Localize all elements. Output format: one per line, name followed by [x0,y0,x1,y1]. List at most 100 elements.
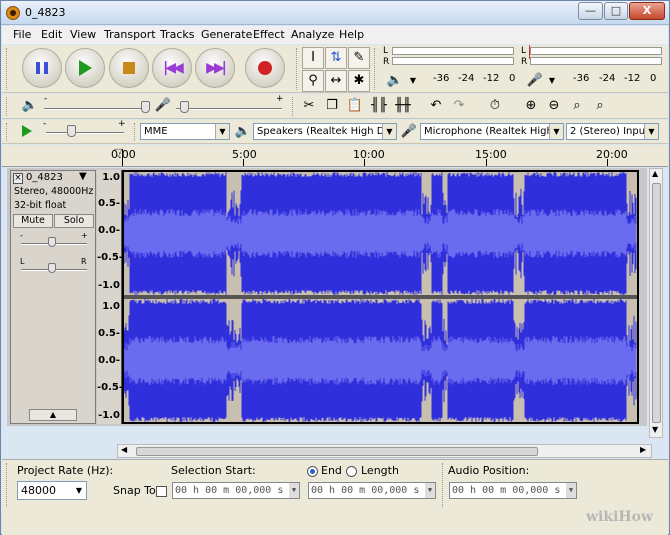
zoom-tool-button[interactable]: ⚲ [302,70,324,92]
zoom-out-button[interactable]: ⊖ [543,95,565,117]
solo-button[interactable]: Solo [54,214,94,228]
project-rate-select[interactable]: 48000 ▼ [17,481,87,500]
playhead-marker-icon[interactable]: ▽ [114,146,122,159]
menu-edit[interactable]: Edit [41,28,62,41]
pause-button[interactable] [22,48,62,88]
menu-transport[interactable]: Transport [104,28,156,41]
menu-analyze[interactable]: Analyze [291,28,334,41]
toolbar-grip[interactable] [6,48,10,90]
chevron-down-icon: ▼ [72,482,86,499]
output-slider-minus: - [44,94,48,104]
menu-generate[interactable]: Generate [201,28,252,41]
fit-selection-button[interactable]: ⌕ [566,95,588,117]
menu-view[interactable]: View [70,28,96,41]
snap-to-checkbox[interactable] [156,486,167,497]
mute-button[interactable]: Mute [13,214,53,228]
fit-project-button[interactable]: ⌕ [589,95,611,117]
paste-button[interactable]: 📋 [344,95,366,117]
scroll-down-icon[interactable]: ▼ [652,425,658,434]
draw-tool-button[interactable]: ✎ [348,47,370,69]
input-channels-select[interactable]: 2 (Stereo) Input C ▼ [566,123,659,140]
position-grip[interactable] [442,463,446,507]
play-at-speed-icon [22,125,32,137]
selection-end-field[interactable]: 00 h 00 m 00,000 s ▼ [308,482,436,499]
input-volume-mic-icon: 🎤 [154,98,172,113]
tools-grip[interactable] [296,48,300,90]
scroll-left-icon[interactable]: ◀ [121,445,127,454]
vertical-scroll-thumb[interactable] [652,183,661,423]
timeshift-tool-button[interactable]: ↔ [325,70,347,92]
play-meter-menu-icon[interactable]: ▼ [402,70,424,92]
horizontal-scroll-thumb[interactable] [136,447,538,456]
gain-thumb[interactable] [48,237,56,247]
track-bitdepth-info: 32-bit float [14,200,67,211]
play-at-speed-button[interactable] [16,120,38,142]
audio-position-field[interactable]: 00 h 00 m 00,000 s ▼ [449,482,577,499]
timeline-ruler[interactable]: 0:00 5:00 10:00 15:00 20:00 ▽ [2,145,668,167]
edit-grip[interactable] [292,97,296,116]
play-speed-thumb[interactable] [67,125,76,137]
menu-tracks[interactable]: Tracks [160,28,195,41]
maximize-button[interactable]: □ [604,2,628,20]
stop-button[interactable] [109,48,149,88]
undo-button[interactable]: ↶ [425,95,447,117]
envelope-tool-button[interactable]: ⇅ [325,47,347,69]
track-name[interactable]: 0_4823 [26,172,63,183]
menu-effect[interactable]: Effect [253,28,285,41]
chevron-down-icon: ▼ [425,483,435,498]
track-close-button[interactable]: × [13,173,23,184]
output-volume-thumb[interactable] [141,101,150,113]
menu-help[interactable]: Help [339,28,364,41]
rec-meter-left-bar [530,47,662,55]
record-button[interactable] [245,48,285,88]
zoom-in-button[interactable]: ⊕ [520,95,542,117]
input-volume-slider[interactable] [176,108,282,110]
selection-start-field[interactable]: 00 h 00 m 00,000 s ▼ [172,482,300,499]
ruler-label-10: 10:00 [353,148,385,161]
mixer-grip[interactable] [6,97,10,116]
output-device-select[interactable]: Speakers (Realtek High Definit ▼ [253,123,397,140]
collapse-track-button[interactable]: ▲ [29,409,77,421]
end-radio[interactable] [307,466,318,477]
close-button[interactable]: X [629,2,665,20]
trim-icon: ╢╟ [371,98,387,113]
trim-button[interactable]: ╢╟ [368,95,390,117]
pan-thumb[interactable] [48,263,56,273]
input-device-select[interactable]: Microphone (Realtek High Defi ▼ [420,123,564,140]
minimize-button[interactable]: — [578,2,603,20]
play-scale-0: 0 [509,73,516,84]
skip-to-start-button[interactable]: |◀◀ [152,48,192,88]
cut-button[interactable]: ✂ [298,95,320,117]
sync-lock-button[interactable]: ⏱ [484,95,506,117]
cut-icon: ✂ [303,98,315,113]
play-at-speed-grip[interactable] [6,123,10,141]
speed-plus: + [118,119,126,129]
copy-button[interactable]: ❐ [321,95,343,117]
play-button[interactable] [65,48,105,88]
rec-meter-menu-icon[interactable]: ▼ [541,70,563,92]
track-menu-chevron-icon[interactable]: ▼ [79,171,87,182]
scroll-up-icon[interactable]: ▲ [652,169,658,178]
output-volume-slider[interactable] [44,108,142,110]
waveform-display[interactable] [122,170,639,424]
menu-file[interactable]: File [13,28,31,41]
zoom-in-icon: ⊕ [525,98,537,113]
device-grip[interactable] [134,123,138,141]
selection-tool-button[interactable]: I [302,47,324,69]
horizontal-scrollbar[interactable]: ◀ ▶ [117,444,652,458]
play-speed-slider[interactable] [46,132,124,134]
input-volume-thumb[interactable] [180,101,189,113]
silence-button[interactable]: ╫╫ [392,95,414,117]
redo-button[interactable]: ↷ [448,95,470,117]
multi-tool-button[interactable]: ✱ [348,70,370,92]
vertical-scrollbar[interactable]: ▲ ▼ [649,168,663,438]
meter-grip[interactable] [374,48,378,90]
selection-grip[interactable] [6,463,10,507]
length-radio[interactable] [346,466,357,477]
scroll-right-icon[interactable]: ▶ [640,445,646,454]
track-control-panel[interactable]: × 0_4823 ▼ Stereo, 48000Hz 32-bit float … [10,170,96,424]
pause-icon [36,62,48,74]
length-label: Length [361,464,399,477]
audio-host-select[interactable]: MME ▼ [140,123,230,140]
skip-to-end-button[interactable]: ▶▶| [195,48,235,88]
